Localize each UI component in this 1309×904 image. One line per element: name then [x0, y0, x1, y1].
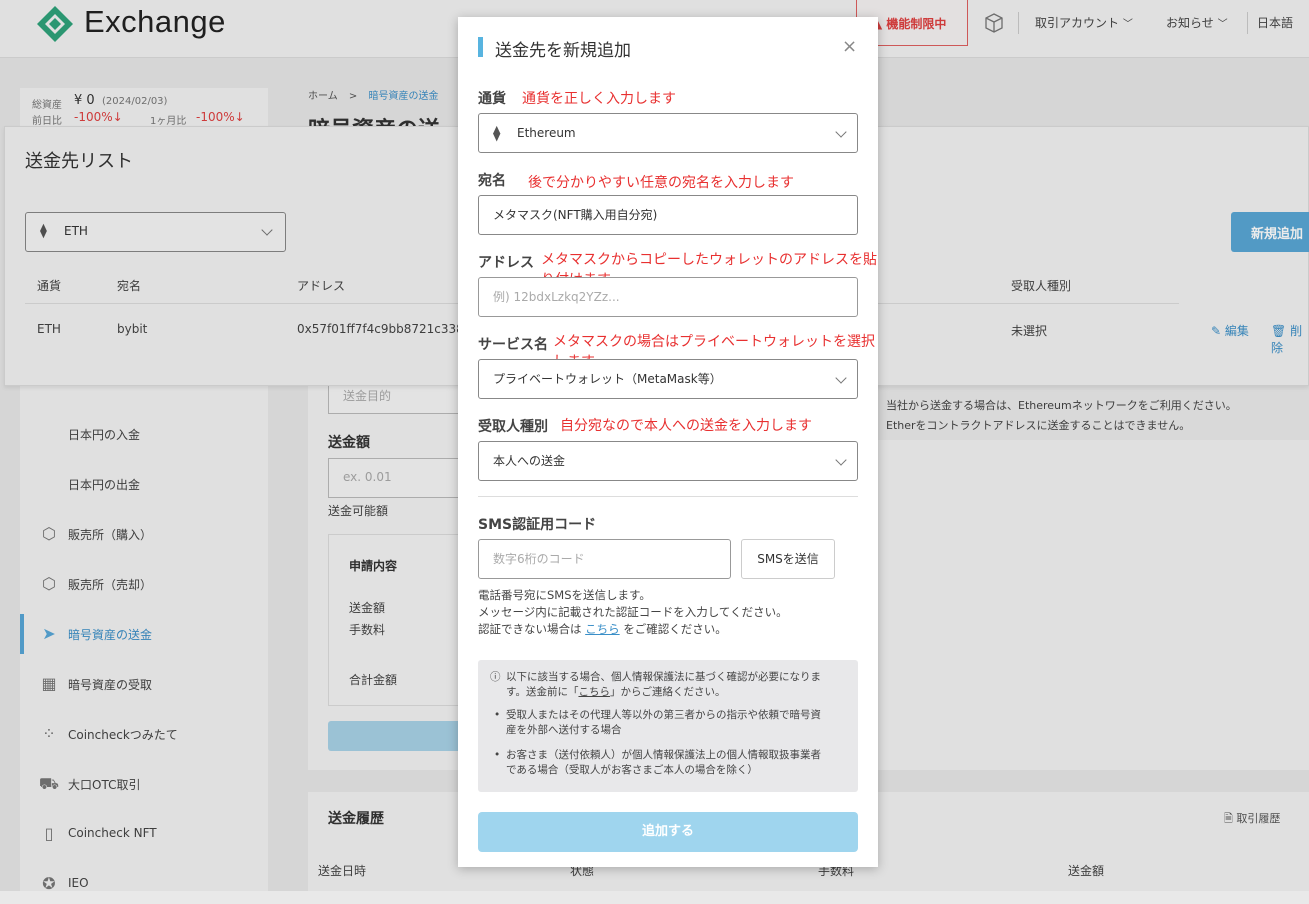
recipient-select[interactable]: 本人への送金: [478, 441, 858, 481]
chevron-down-icon: [835, 126, 847, 138]
currency-select-value: Ethereum: [517, 126, 576, 140]
info-bullet-line: お客さま（送付依頼人）が個人情報保護法上の個人情報取扱事業者: [506, 749, 821, 761]
currency-select[interactable]: ⧫ Ethereum: [478, 113, 858, 153]
add-button[interactable]: 追加する: [478, 812, 858, 852]
sms-code-input[interactable]: 数字6桁のコード: [478, 539, 731, 579]
send-sms-button[interactable]: SMSを送信: [741, 539, 835, 579]
info-link[interactable]: こちら: [578, 686, 610, 698]
chevron-down-icon: [835, 372, 847, 384]
title-accent: [478, 37, 483, 57]
info-heading-line: す。送金前に「こちら」からご連絡ください。: [506, 685, 851, 700]
recipient-annotation: 自分宛なので本人への送金を入力します: [560, 418, 812, 434]
recipient-select-value: 本人への送金: [493, 454, 566, 468]
service-select[interactable]: プライベートウォレット（MetaMask等）: [478, 359, 858, 399]
close-icon[interactable]: ×: [842, 36, 857, 57]
info-bullet-line: 受取人またはその代理人等以外の第三者からの指示や依頼で暗号資: [506, 709, 821, 721]
sms-label: SMS認証用コード: [478, 517, 597, 533]
recipient-label: 受取人種別: [478, 419, 548, 435]
sms-help-line: 電話番号宛にSMSを送信します。: [478, 588, 651, 602]
currency-annotation: 通貨を正しく入力します: [522, 91, 676, 107]
info-heading-text: 」からご連絡ください。: [609, 686, 726, 698]
sms-help: 電話番号宛にSMSを送信します。 メッセージ内に記載された認証コードを入力してく…: [478, 587, 788, 638]
info-icon: ⓘ: [490, 671, 501, 683]
name-annotation: 後で分かりやすい任意の宛名を入力します: [528, 175, 794, 191]
add-destination-modal: 送金先を新規追加 × 通貨 通貨を正しく入力します ⧫ Ethereum 宛名 …: [458, 17, 878, 867]
sms-help-text: 認証できない場合は: [478, 622, 582, 636]
address-label: アドレス: [478, 255, 534, 271]
divider: [478, 496, 858, 497]
info-bullet-line: 産を外部へ送付する場合: [506, 724, 622, 736]
sms-help-line: メッセージ内に記載された認証コードを入力してください。: [478, 605, 788, 619]
ethereum-icon: ⧫: [493, 124, 501, 142]
info-bullet-2: お客さま（送付依頼人）が個人情報保護法上の個人情報取扱事業者 である場合（受取人…: [506, 748, 851, 778]
info-heading-text: す。送金前に「: [506, 686, 579, 698]
chevron-down-icon: [835, 454, 847, 466]
currency-label: 通貨: [478, 91, 506, 107]
sms-help-line: 認証できない場合は こちら をご確認ください。: [478, 621, 788, 638]
bullet: •: [494, 709, 501, 721]
service-label: サービス名: [478, 337, 548, 353]
bullet: •: [494, 749, 501, 761]
info-bullet-1: 受取人またはその代理人等以外の第三者からの指示や依頼で暗号資 産を外部へ送付する…: [506, 708, 851, 738]
info-heading: 以下に該当する場合、個人情報保護法に基づく確認が必要になりま す。送金前に「こち…: [506, 670, 851, 700]
sms-help-link[interactable]: こちら: [585, 622, 620, 636]
info-bullet-line: である場合（受取人がお客さまご本人の場合を除く）: [506, 764, 758, 776]
modal-title: 送金先を新規追加: [495, 41, 631, 61]
name-input[interactable]: メタマスク(NFT購入用自分宛): [478, 195, 858, 235]
privacy-info-box: ⓘ 以下に該当する場合、個人情報保護法に基づく確認が必要になりま す。送金前に「…: [478, 660, 858, 792]
sms-help-text: をご確認ください。: [623, 622, 727, 636]
name-label: 宛名: [478, 173, 506, 189]
service-select-value: プライベートウォレット（MetaMask等）: [493, 372, 722, 386]
address-input[interactable]: 例) 12bdxLzkq2YZz...: [478, 277, 858, 317]
info-heading-line: 以下に該当する場合、個人情報保護法に基づく確認が必要になりま: [506, 671, 821, 683]
